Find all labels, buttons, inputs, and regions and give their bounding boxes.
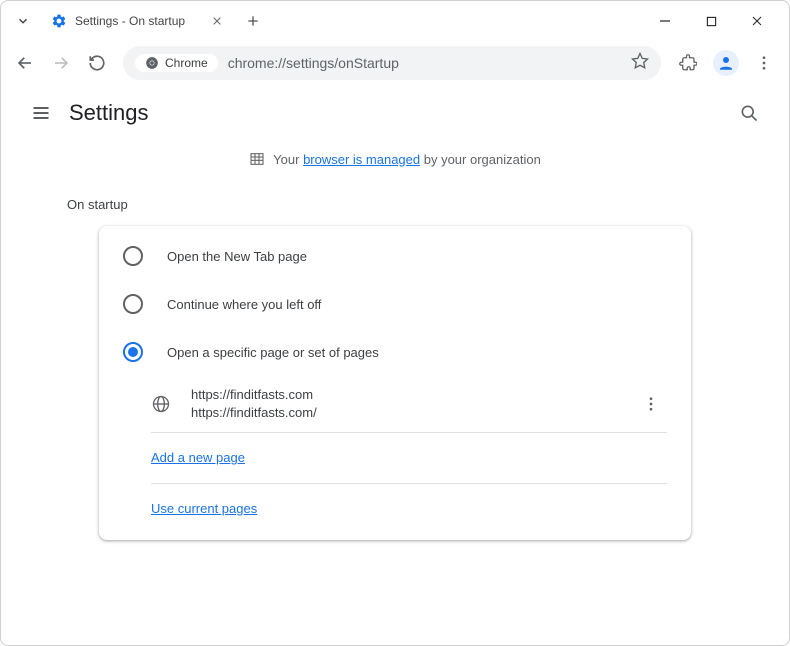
managed-text: Your browser is managed by your organiza… [273, 152, 541, 167]
window-titlebar: Settings - On startup [1, 1, 789, 41]
radio-specific-pages[interactable]: Open a specific page or set of pages [99, 328, 691, 376]
close-icon[interactable] [209, 13, 225, 29]
chrome-icon [145, 56, 159, 70]
radio-label: Open a specific page or set of pages [167, 345, 379, 360]
radio-icon [123, 246, 143, 266]
startup-page-row: https://finditfasts.com https://finditfa… [99, 376, 691, 432]
radio-icon [123, 294, 143, 314]
forward-button[interactable] [45, 47, 77, 79]
radio-label: Open the New Tab page [167, 249, 307, 264]
chip-label: Chrome [165, 56, 208, 70]
use-current-link[interactable]: Use current pages [151, 501, 257, 516]
building-icon [249, 151, 265, 167]
startup-card: Open the New Tab page Continue where you… [99, 226, 691, 540]
avatar-icon [713, 50, 739, 76]
browser-tab[interactable]: Settings - On startup [43, 5, 233, 37]
site-chip[interactable]: Chrome [135, 54, 218, 72]
tab-list-dropdown[interactable] [9, 7, 37, 35]
use-current-row: Use current pages [99, 484, 691, 534]
radio-label: Continue where you left off [167, 297, 321, 312]
close-window-button[interactable] [743, 7, 771, 35]
gear-icon [51, 13, 67, 29]
reload-button[interactable] [81, 47, 113, 79]
settings-content: Your browser is managed by your organiza… [1, 141, 789, 540]
page-title: Settings [69, 100, 149, 126]
minimize-button[interactable] [651, 7, 679, 35]
url-text: chrome://settings/onStartup [228, 55, 631, 71]
radio-new-tab[interactable]: Open the New Tab page [99, 232, 691, 280]
add-page-link[interactable]: Add a new page [151, 450, 245, 465]
hamburger-menu-button[interactable] [21, 93, 61, 133]
search-button[interactable] [729, 93, 769, 133]
maximize-button[interactable] [697, 7, 725, 35]
managed-notice: Your browser is managed by your organiza… [21, 141, 769, 187]
radio-continue[interactable]: Continue where you left off [99, 280, 691, 328]
bookmark-star-icon[interactable] [631, 52, 649, 75]
new-tab-button[interactable] [239, 7, 267, 35]
page-url-text: https://finditfasts.com https://finditfa… [191, 386, 615, 422]
address-bar[interactable]: Chrome chrome://settings/onStartup [123, 46, 661, 80]
section-title: On startup [21, 187, 769, 226]
settings-header: Settings [1, 85, 789, 141]
managed-link[interactable]: browser is managed [303, 152, 420, 167]
extensions-button[interactable] [671, 46, 705, 80]
add-page-row: Add a new page [99, 433, 691, 483]
tab-title: Settings - On startup [75, 14, 209, 28]
window-controls [651, 7, 781, 35]
kebab-menu-button[interactable] [747, 46, 781, 80]
radio-icon [123, 342, 143, 362]
globe-icon [151, 394, 171, 414]
profile-button[interactable] [709, 46, 743, 80]
browser-toolbar: Chrome chrome://settings/onStartup [1, 41, 789, 85]
page-row-menu[interactable] [635, 388, 667, 420]
back-button[interactable] [9, 47, 41, 79]
